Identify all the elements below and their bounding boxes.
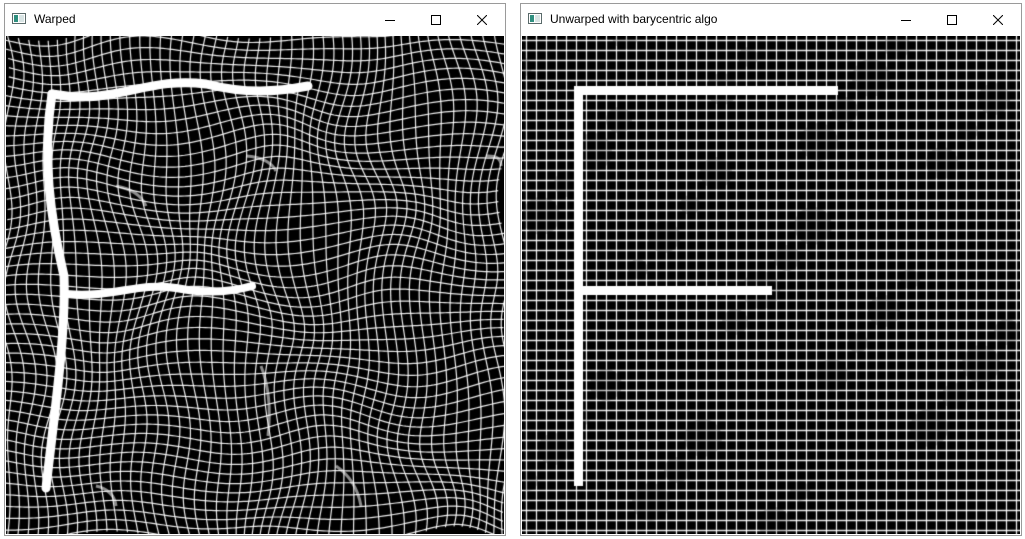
minimize-button[interactable] xyxy=(367,4,413,35)
window-title: Unwarped with barycentric algo xyxy=(550,12,718,26)
title-bar[interactable]: Warped xyxy=(5,4,505,35)
close-button[interactable] xyxy=(459,4,505,35)
maximize-button[interactable] xyxy=(413,4,459,35)
warped-image[interactable] xyxy=(6,36,504,534)
maximize-icon xyxy=(431,14,441,25)
close-button[interactable] xyxy=(975,4,1021,35)
maximize-icon xyxy=(947,14,957,25)
window-warped[interactable]: Warped xyxy=(4,3,506,536)
window-title: Warped xyxy=(34,12,76,26)
close-icon xyxy=(993,14,1003,25)
minimize-button[interactable] xyxy=(883,4,929,35)
unwarped-image[interactable] xyxy=(522,36,1020,534)
title-bar[interactable]: Unwarped with barycentric algo xyxy=(521,4,1021,35)
close-icon xyxy=(477,14,487,25)
app-icon xyxy=(528,13,542,24)
maximize-button[interactable] xyxy=(929,4,975,35)
app-icon xyxy=(12,13,26,24)
window-unwarped[interactable]: Unwarped with barycentric algo xyxy=(520,3,1022,536)
minimize-icon xyxy=(901,19,911,21)
minimize-icon xyxy=(385,19,395,21)
